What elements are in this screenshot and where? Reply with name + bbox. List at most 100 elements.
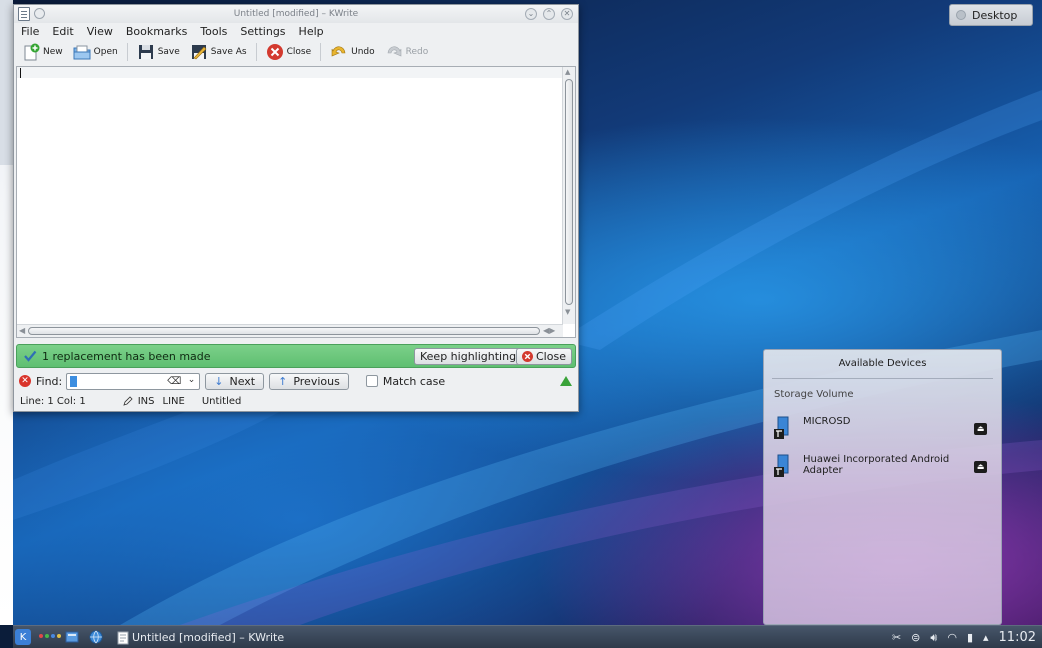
checkmark-icon	[24, 350, 37, 362]
find-next-button[interactable]: ↓ Next	[205, 372, 265, 390]
arrow-up-icon: ↑	[278, 374, 288, 388]
save-label: Save	[157, 47, 180, 57]
keep-highlighting-button[interactable]: Keep highlighting	[414, 348, 523, 365]
expand-options-icon[interactable]	[560, 376, 572, 386]
document-name: Untitled	[201, 395, 242, 407]
device-item-android-adapter[interactable]: Huawei Incorporated Android Adapter ⏏	[774, 454, 994, 478]
redo-icon	[387, 46, 401, 57]
desktop-toolbox-label: Desktop	[972, 8, 1018, 22]
maximize-icon[interactable]: ⌃	[543, 8, 555, 20]
device-item-microsd[interactable]: MICROSD ⏏	[774, 416, 994, 440]
menu-help[interactable]: Help	[299, 25, 324, 38]
open-folder-icon	[73, 45, 91, 60]
gear-icon	[956, 10, 966, 20]
storage-volume-section: Storage Volume	[774, 389, 854, 400]
input-mode[interactable]: INS	[138, 396, 155, 407]
expand-tray-icon[interactable]: ▴	[983, 631, 989, 644]
kwrite-task-icon	[117, 631, 129, 644]
task-label: Untitled [modified] – KWrite	[132, 631, 285, 644]
menu-edit[interactable]: Edit	[52, 25, 73, 38]
kwrite-window: Untitled [modified] – KWrite ⌄ ⌃ ✕ File …	[13, 4, 579, 412]
minimize-icon[interactable]: ⌄	[525, 8, 537, 20]
new-document-icon	[24, 43, 40, 61]
menu-tools[interactable]: Tools	[200, 25, 227, 38]
menu-file[interactable]: File	[21, 25, 39, 38]
application-launcher-icon[interactable]: K	[15, 629, 31, 645]
file-manager-icon[interactable]	[65, 630, 79, 644]
horizontal-scrollbar[interactable]: ◀ ◀▶	[17, 324, 563, 337]
clear-input-icon[interactable]: ⌫	[167, 376, 181, 387]
cursor-position: Line: 1 Col: 1	[20, 395, 86, 407]
close-icon	[522, 351, 533, 362]
window-title: Untitled [modified] – KWrite	[233, 9, 359, 19]
close-label: Close	[286, 47, 312, 57]
menu-bookmarks[interactable]: Bookmarks	[126, 25, 187, 38]
new-label: New	[43, 47, 63, 57]
save-disk-icon	[138, 45, 153, 59]
text-editor-area[interactable]	[17, 67, 563, 324]
open-button[interactable]: Open	[70, 41, 121, 63]
match-case-label: Match case	[382, 374, 446, 388]
new-button[interactable]: New	[19, 41, 66, 63]
device-name: Huawei Incorporated Android Adapter	[803, 454, 950, 476]
find-previous-label: Previous	[293, 374, 340, 388]
eject-icon[interactable]: ⏏	[974, 423, 987, 435]
close-document-icon	[266, 44, 283, 60]
find-previous-button[interactable]: ↑ Previous	[269, 372, 349, 390]
find-input[interactable]: ⌫ ⌄	[66, 372, 201, 390]
clipboard-scissors-icon[interactable]: ✂	[892, 631, 901, 644]
vertical-scroll-thumb[interactable]	[565, 79, 573, 305]
title-bar[interactable]: Untitled [modified] – KWrite ⌄ ⌃ ✕	[14, 5, 578, 23]
web-browser-icon[interactable]	[89, 630, 103, 644]
save-button[interactable]: Save	[134, 41, 183, 63]
devices-title: Available Devices	[838, 358, 927, 369]
save-as-button[interactable]: Save As	[187, 41, 250, 63]
kwrite-app-icon[interactable]	[18, 7, 30, 21]
undo-button[interactable]: Undo	[327, 41, 378, 63]
undo-icon	[331, 46, 346, 57]
close-button[interactable]: Close	[263, 41, 315, 63]
virtual-desktop-pager[interactable]	[39, 634, 61, 638]
device-notifier-icon[interactable]: ⊜	[911, 631, 920, 644]
open-label: Open	[93, 47, 118, 57]
left-screen-edge	[0, 0, 13, 625]
task-kwrite[interactable]: Untitled [modified] – KWrite	[117, 629, 284, 646]
scroll-down-icon[interactable]: ▼	[565, 308, 570, 316]
desktop-toolbox-button[interactable]: Desktop	[949, 4, 1033, 26]
volume-icon[interactable]: 🔊︎	[930, 631, 937, 645]
redo-label: Redo	[405, 47, 429, 57]
menu-settings[interactable]: Settings	[240, 25, 285, 38]
match-case-checkbox[interactable]: Match case	[365, 374, 446, 388]
undo-label: Undo	[351, 47, 375, 57]
scroll-right-icon[interactable]: ◀▶	[543, 326, 555, 335]
scroll-up-icon[interactable]: ▲	[565, 68, 570, 76]
find-bar: ✕ Find: ⌫ ⌄ ↓ Next ↑ Previous Match case	[14, 371, 578, 391]
wifi-icon[interactable]: ◠	[947, 631, 957, 644]
close-find-bar-icon[interactable]: ✕	[19, 375, 31, 387]
menu-view[interactable]: View	[87, 25, 113, 38]
editor-frame: ▲ ▼ ◀ ◀▶	[16, 66, 576, 338]
chevron-down-icon[interactable]: ⌄	[188, 375, 196, 385]
scroll-left-icon[interactable]: ◀	[19, 326, 25, 335]
vertical-scrollbar[interactable]: ▲ ▼	[562, 67, 575, 324]
phone-device-icon	[774, 454, 789, 477]
match-case-box[interactable]	[365, 375, 378, 387]
notification-close-label: Close	[536, 350, 566, 363]
find-next-label: Next	[229, 374, 256, 388]
battery-icon[interactable]: ▮	[967, 631, 973, 644]
device-name: MICROSD	[803, 416, 851, 427]
notification-close-button[interactable]: Close	[516, 348, 572, 365]
taskbar: K Untitled [modified] – KWrite ✂ ⊜ 🔊︎ ◠ …	[13, 625, 1042, 648]
window-menu-icon[interactable]	[34, 8, 45, 19]
clock[interactable]: 11:02	[999, 630, 1036, 645]
selection-mode[interactable]: LINE	[163, 396, 185, 407]
close-window-icon[interactable]: ✕	[561, 8, 573, 20]
horizontal-scroll-thumb[interactable]	[28, 327, 540, 335]
menu-bar: File Edit View Bookmarks Tools Settings …	[14, 23, 578, 40]
pencil-icon	[123, 396, 133, 406]
replacement-notification: 1 replacement has been made Keep highlig…	[16, 344, 576, 368]
eject-icon[interactable]: ⏏	[974, 461, 987, 473]
redo-button[interactable]: Redo	[382, 41, 432, 63]
find-label: Find:	[36, 374, 63, 388]
save-as-icon	[191, 45, 207, 60]
